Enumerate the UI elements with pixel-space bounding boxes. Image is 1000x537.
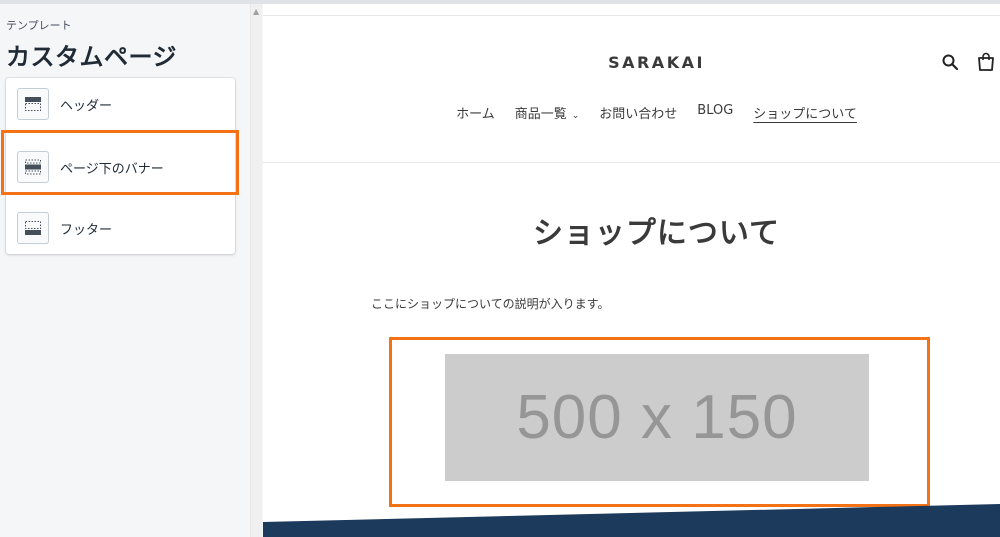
nav-item-about-shop[interactable]: ショップについて	[753, 103, 857, 122]
theme-editor-sidebar: テンプレート カスタムページ ヘッダー ページ下のバナー フッター	[0, 4, 250, 537]
section-item-header[interactable]: ヘッダー	[6, 79, 235, 129]
highlight-box-banner-section	[1, 130, 239, 195]
section-item-footer[interactable]: フッター	[6, 203, 235, 253]
nav-item-contact[interactable]: お問い合わせ	[599, 103, 677, 122]
main-navigation: ホーム 商品一覧 ⌄ お問い合わせ BLOG ショップについて	[263, 103, 1000, 122]
footer-band	[263, 504, 1000, 537]
search-icon[interactable]	[941, 53, 961, 73]
footer-section-icon	[17, 212, 49, 244]
nav-item-home[interactable]: ホーム	[456, 103, 495, 122]
page-title: ショップについて	[532, 216, 781, 251]
store-preview: SARAKAI ホーム 商品一覧 ⌄ お問い合わせ BLOG ショップについて シ…	[263, 16, 1000, 537]
section-item-label: ヘッダー	[60, 98, 113, 114]
nav-item-label: お問い合わせ	[599, 107, 678, 122]
nav-item-products[interactable]: 商品一覧 ⌄	[515, 103, 580, 122]
nav-item-label: ショップについて	[753, 107, 857, 122]
header-divider	[263, 162, 1000, 163]
highlight-box-banner	[389, 337, 930, 507]
preview-top-strip	[263, 4, 1000, 16]
cart-icon[interactable]	[977, 52, 997, 72]
section-item-label: フッター	[60, 222, 113, 238]
nav-item-label: BLOG	[697, 103, 734, 118]
nav-item-blog[interactable]: BLOG	[697, 103, 733, 122]
scroll-up-arrow-icon[interactable]: ▲	[253, 7, 259, 16]
page-description: ここにショップについての説明が入ります。	[371, 297, 610, 311]
sidebar-scrollbar[interactable]: ▲	[250, 4, 262, 537]
nav-item-label: ホーム	[456, 107, 495, 122]
chevron-down-icon: ⌄	[571, 111, 580, 121]
header-section-icon	[17, 88, 49, 120]
template-title: カスタムページ	[6, 43, 178, 71]
store-logo[interactable]: SARAKAI	[263, 53, 1000, 72]
template-eyebrow: テンプレート	[6, 19, 72, 32]
nav-item-label: 商品一覧	[514, 107, 567, 122]
